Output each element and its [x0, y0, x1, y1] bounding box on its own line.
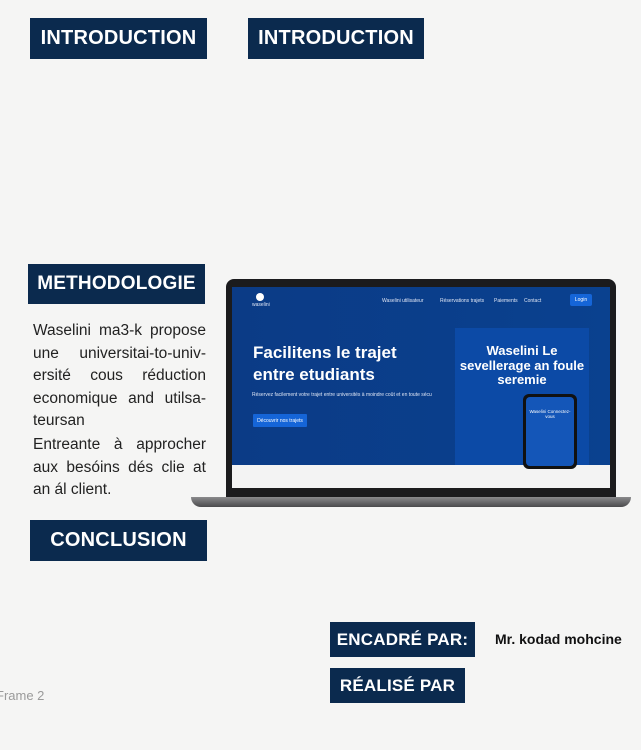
supervisor-name: Mr. kodad mohcine — [495, 631, 622, 647]
phone-screen: Waselini Connectez-vous — [526, 397, 574, 466]
hero-title: Facilitens le trajet entre etudiants — [253, 343, 397, 384]
hero-subtitle: Réservez facilement votre trajet entre u… — [252, 392, 432, 398]
nav-item[interactable]: Waselini utilisateur — [382, 298, 424, 304]
conclusion-heading: CONCLUSION — [30, 520, 207, 561]
nav-item[interactable]: Paiements — [494, 298, 518, 304]
frame-label: Frame 2 — [0, 688, 45, 703]
login-button[interactable]: Login — [570, 294, 592, 306]
website-hero: waselini Waselini utilisateur Réservatio… — [232, 287, 610, 469]
introduction-heading-2: INTRODUCTION — [248, 18, 424, 59]
nav-item[interactable]: Réservations trajets — [440, 298, 484, 304]
realise-par-label: RÉALISÉ PAR — [330, 668, 465, 703]
promo-panel: Waselini Le sevellerage an foule seremie… — [455, 328, 589, 469]
nav-item[interactable]: Contact — [524, 298, 541, 304]
introduction-heading: INTRODUCTION — [30, 18, 207, 59]
methodologie-heading: METHODOLOGIE — [28, 264, 205, 304]
site-logo-text: waselini — [252, 302, 270, 308]
methodologie-paragraph-2: Entreante à approcher aux besóins dés cl… — [33, 436, 206, 498]
encadre-par-label: ENCADRÉ PAR: — [330, 622, 475, 657]
promo-title: Waselini Le sevellerage an foule seremie — [459, 343, 585, 387]
methodologie-paragraph-1: Waselini ma3-k propose une universitai-t… — [33, 322, 206, 429]
laptop-mockup: waselini Waselini utilisateur Réservatio… — [226, 279, 616, 498]
laptop-base — [191, 497, 631, 507]
hero-cta-button[interactable]: Découvrir nos trajets — [253, 414, 307, 427]
logo-icon — [256, 293, 264, 301]
laptop-screen: waselini Waselini utilisateur Réservatio… — [232, 287, 610, 488]
phone-mockup: Waselini Connectez-vous — [523, 394, 577, 469]
